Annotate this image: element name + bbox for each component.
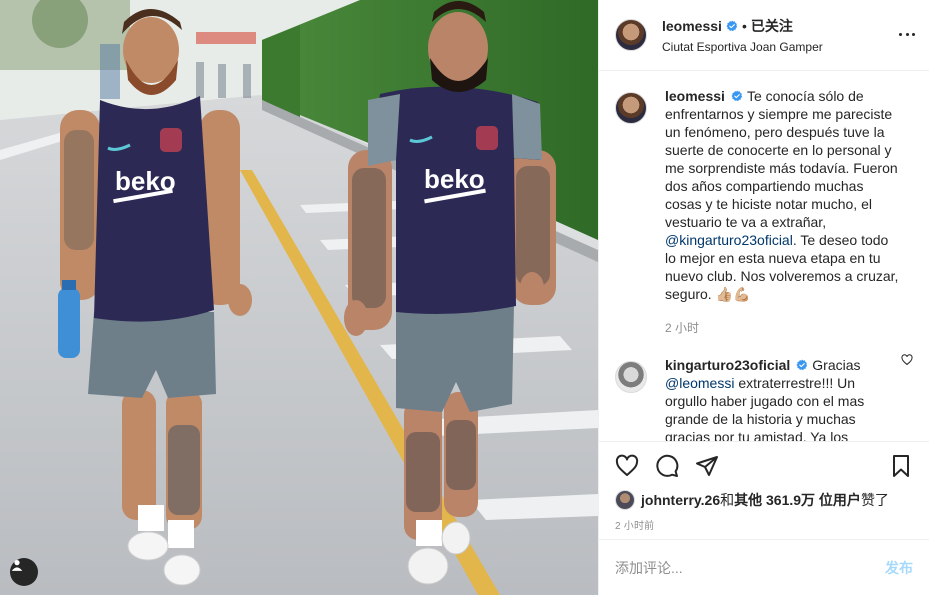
liker-avatar[interactable] (615, 490, 635, 510)
jersey-text-right: beko (424, 164, 485, 194)
first-liker-username[interactable]: johnterry.26 (641, 492, 720, 508)
verified-badge-icon (796, 359, 808, 371)
author-line: leomessi • 已关注 (662, 16, 823, 36)
verified-badge-icon (731, 90, 743, 102)
comment-icon (656, 454, 679, 477)
post-timestamp[interactable]: 2 小时前 (599, 511, 929, 539)
more-options-button[interactable] (899, 26, 915, 42)
likes-summary: johnterry.26 和 其他 361.9万 位用户 赞了 (599, 489, 929, 511)
caption-row: leomessi Te conocía sólo de enfrentarnos… (615, 87, 913, 337)
comment-row: kingarturo23oficial Gracias @leomessi ex… (615, 354, 913, 441)
caption-body: leomessi Te conocía sólo de enfrentarnos… (665, 87, 900, 337)
likes-connector: 和 (720, 492, 735, 508)
comment-body: kingarturo23oficial Gracias @leomessi ex… (665, 356, 900, 441)
author-info: leomessi • 已关注 Ciutat Esportiva Joan Gam… (662, 16, 823, 54)
share-icon (696, 455, 718, 476)
post-comment-button[interactable]: 发布 (885, 558, 913, 578)
caption-text: Te conocía sólo de enfrentarnos y siempr… (665, 88, 898, 230)
caption-avatar[interactable] (615, 92, 647, 124)
caption-mention-link[interactable]: @kingarturo23oficial (665, 232, 793, 248)
action-bar (599, 441, 929, 489)
author-avatar[interactable] (615, 19, 647, 51)
post-side-panel: leomessi • 已关注 Ciutat Esportiva Joan Gam… (598, 0, 929, 595)
post-photo[interactable]: beko beko (0, 0, 598, 595)
comment-like-heart-icon[interactable] (901, 354, 913, 366)
save-button[interactable] (881, 446, 921, 486)
post-modal: beko beko leomessi • 已关注 Ciutat Esportiv… (0, 0, 929, 595)
photo-illustration: beko beko (0, 0, 598, 595)
comment-mention-link[interactable]: @leomessi (665, 375, 734, 391)
like-button[interactable] (607, 446, 647, 486)
caption-time: 2 小时 (665, 321, 700, 335)
separator-dot: • (741, 18, 747, 34)
likes-suffix: 赞了 (860, 492, 889, 508)
share-button[interactable] (687, 446, 727, 486)
post-header: leomessi • 已关注 Ciutat Esportiva Joan Gam… (599, 0, 929, 71)
commenter-username[interactable]: kingarturo23oficial (665, 357, 790, 373)
comment-text: Gracias (812, 357, 861, 373)
caption-username[interactable]: leomessi (665, 88, 725, 104)
comment-input[interactable] (615, 559, 885, 576)
follow-state-button[interactable]: 已关注 (751, 16, 793, 36)
likes-count-link[interactable]: 其他 361.9万 位用户 (734, 490, 861, 510)
add-comment-bar: 发布 (599, 539, 929, 595)
more-horizontal-icon (899, 32, 902, 36)
post-location[interactable]: Ciutat Esportiva Joan Gamper (662, 40, 823, 54)
comments-section: leomessi Te conocía sólo de enfrentarnos… (599, 71, 929, 441)
bookmark-icon (893, 455, 909, 477)
commenter-avatar[interactable] (615, 361, 647, 393)
verified-badge-icon (726, 20, 738, 32)
comment-button[interactable] (647, 446, 687, 486)
author-username[interactable]: leomessi (662, 18, 722, 34)
heart-icon (615, 454, 639, 476)
user-tags-button[interactable] (10, 558, 38, 586)
user-tag-icon (11, 560, 23, 571)
